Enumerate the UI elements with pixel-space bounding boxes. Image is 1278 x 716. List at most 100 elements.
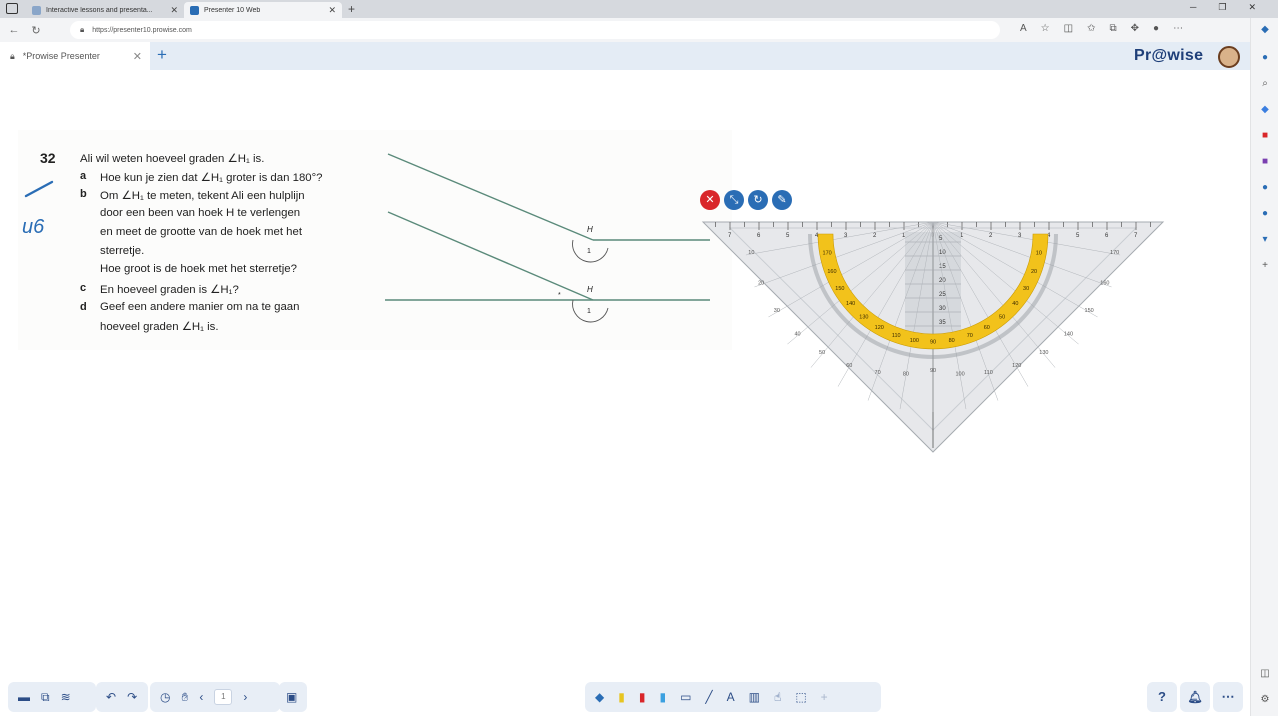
hand-pointer-icon[interactable]: ☝︎ <box>774 690 781 704</box>
arc-degree-label: 110 <box>892 333 901 339</box>
collections-icon[interactable]: ⧉ <box>1109 23 1116 34</box>
angle-label-1: 1 <box>587 248 591 255</box>
back-icon[interactable]: ← <box>6 24 22 36</box>
circle-app-icon[interactable]: ● <box>1259 182 1271 194</box>
handwritten-text: u6 <box>22 216 45 238</box>
add-document-icon[interactable]: + <box>157 45 167 65</box>
search-sidebar-icon[interactable]: ⌕ <box>1259 78 1271 90</box>
shapes-icon[interactable]: ⧉ <box>41 690 50 705</box>
next-page-icon[interactable]: › <box>243 690 247 704</box>
side-degree-label: 170 <box>1110 250 1119 256</box>
prowise-window: Interactive lessons and presenta... ✕ Pr… <box>0 0 1278 716</box>
extensions-icon[interactable]: ✥ <box>1131 23 1139 34</box>
side-degree-label: 150 <box>1085 308 1094 314</box>
new-tab-icon[interactable]: + <box>348 2 355 16</box>
close-protractor-icon[interactable]: ✕ <box>700 190 720 210</box>
profile-icon[interactable]: ● <box>1153 23 1159 34</box>
prev-page-icon[interactable]: ‹ <box>199 690 203 704</box>
undo-icon[interactable]: ↶ <box>106 690 116 704</box>
side-degree-label: 120 <box>1012 363 1021 369</box>
pen-blue-icon[interactable]: ▮ <box>659 690 666 704</box>
folder-icon[interactable]: ▬ <box>18 690 30 704</box>
bell-sidebar-icon[interactable]: ● <box>1259 52 1271 64</box>
clock-icon[interactable]: ◷ <box>160 690 170 704</box>
split-screen-icon[interactable]: ◫ <box>1064 23 1073 34</box>
rotate-protractor-icon[interactable]: ↻ <box>748 190 768 210</box>
window-menu-icon[interactable] <box>6 3 18 14</box>
screen-group: ▣ <box>279 682 307 712</box>
menu-more-icon[interactable]: ⋯ <box>1173 23 1183 34</box>
arc-degree-label: 120 <box>875 325 884 331</box>
arc-degree-label: 160 <box>827 269 836 275</box>
geotriangle-protractor[interactable]: 7654321012345675101520253035170160150140… <box>700 218 1170 458</box>
document-tab-title: *Prowise Presenter <box>22 51 100 61</box>
drawing-tools-group: ◆ ▮ ▮ ▮ ▭ ╱ A ▥ ☝︎ ⬚ + <box>585 682 881 712</box>
refresh-icon[interactable]: ↻ <box>28 24 44 37</box>
vertex-label-2: H <box>587 285 593 294</box>
resize-protractor-icon[interactable]: ⤡ <box>724 190 744 210</box>
side-degree-label: 100 <box>956 372 965 378</box>
screen-icon[interactable]: ▣ <box>286 690 297 704</box>
browser-tab-2[interactable]: Presenter 10 Web ✕ <box>184 2 342 18</box>
eraser-icon[interactable]: ◆ <box>595 690 604 704</box>
browser-toolbar-icons: A ☆ ◫ ✩ ⧉ ✥ ● ⋯ <box>1020 23 1183 34</box>
url-field[interactable]: 🔒︎ https://presenter10.prowise.com <box>70 21 1000 39</box>
arc-degree-label: 130 <box>859 314 868 320</box>
games-icon[interactable]: ■ <box>1259 156 1271 168</box>
copilot-icon[interactable]: ◆ <box>1259 24 1271 36</box>
vertex-label-1: H <box>587 225 593 234</box>
document-tab[interactable]: 🔒︎ *Prowise Presenter ✕ <box>0 42 150 70</box>
arc-degree-label: 70 <box>967 333 973 339</box>
more-icon[interactable]: ⋯ <box>1213 682 1243 712</box>
add-sidebar-icon[interactable]: + <box>1259 260 1271 272</box>
side-degree-label: 110 <box>984 370 993 376</box>
rectangle-icon[interactable]: ▭ <box>680 690 691 704</box>
side-degree-label: 80 <box>903 372 909 378</box>
briefcase-icon[interactable]: ■ <box>1259 130 1271 142</box>
browser-tab-1[interactable]: Interactive lessons and presenta... ✕ <box>26 2 184 18</box>
arc-degree-label: 20 <box>1031 269 1037 275</box>
redo-icon[interactable]: ↷ <box>127 690 137 704</box>
arc-degree-label: 30 <box>1023 286 1029 292</box>
side-degree-label: 10 <box>748 250 754 256</box>
select-icon[interactable]: ⬚ <box>795 690 806 704</box>
favorites-icon[interactable]: ✩ <box>1087 23 1095 34</box>
tag-icon[interactable]: ◆ <box>1259 104 1271 116</box>
arc-degree-label: 170 <box>823 251 832 257</box>
exercise-card: 32 Ali wil weten hoeveel graden ∠H₁ is. a… <box>18 130 732 350</box>
maximize-icon[interactable]: ❐ <box>1218 2 1226 13</box>
minimize-icon[interactable]: ─ <box>1190 2 1196 13</box>
bell-icon[interactable]: 🔔︎ <box>1180 682 1210 712</box>
hand-icon[interactable]: ✋︎ <box>181 690 188 705</box>
browser-tab-strip: Interactive lessons and presenta... ✕ Pr… <box>0 0 1278 18</box>
close-document-icon[interactable]: ✕ <box>133 50 142 63</box>
read-aloud-icon[interactable]: A <box>1020 23 1027 34</box>
highlighter-icon[interactable]: ▮ <box>618 690 625 704</box>
pen-red-icon[interactable]: ▮ <box>639 690 646 704</box>
window-controls: ─ ❐ ✕ <box>1190 2 1256 13</box>
side-degree-label: 70 <box>875 370 881 376</box>
page-number[interactable]: 1 <box>214 689 233 705</box>
outlook-icon[interactable]: ● <box>1259 208 1271 220</box>
layers-icon[interactable]: ≋ <box>61 690 71 704</box>
close-tab-icon[interactable]: ✕ <box>328 5 336 16</box>
text-icon[interactable]: A <box>727 690 735 704</box>
ruler-icon[interactable]: ▥ <box>749 690 760 704</box>
angle-diagram: H 1 H 1 * u6 <box>22 153 710 323</box>
favorite-icon[interactable]: ☆ <box>1041 23 1050 34</box>
split-icon[interactable]: ◫ <box>1259 668 1271 680</box>
help-button[interactable]: ? <box>1147 682 1177 712</box>
line-icon[interactable]: ╱ <box>705 690 712 704</box>
send-icon[interactable]: ▾ <box>1259 234 1271 246</box>
avatar[interactable] <box>1218 46 1240 68</box>
browser-tab-title: Interactive lessons and presenta... <box>46 6 153 14</box>
settings-icon[interactable]: ⚙ <box>1259 694 1271 706</box>
app-header: 🔒︎ *Prowise Presenter ✕ + Pr@wise <box>0 42 1250 70</box>
handwritten-stroke <box>24 180 54 198</box>
page-nav-group: ◷ ✋︎ ‹ 1 › <box>150 682 280 712</box>
edit-protractor-icon[interactable]: ✎ <box>772 190 792 210</box>
side-degree-label: 30 <box>774 308 780 314</box>
close-window-icon[interactable]: ✕ <box>1248 2 1256 13</box>
add-icon[interactable]: + <box>821 690 828 704</box>
close-tab-icon[interactable]: ✕ <box>170 5 178 16</box>
